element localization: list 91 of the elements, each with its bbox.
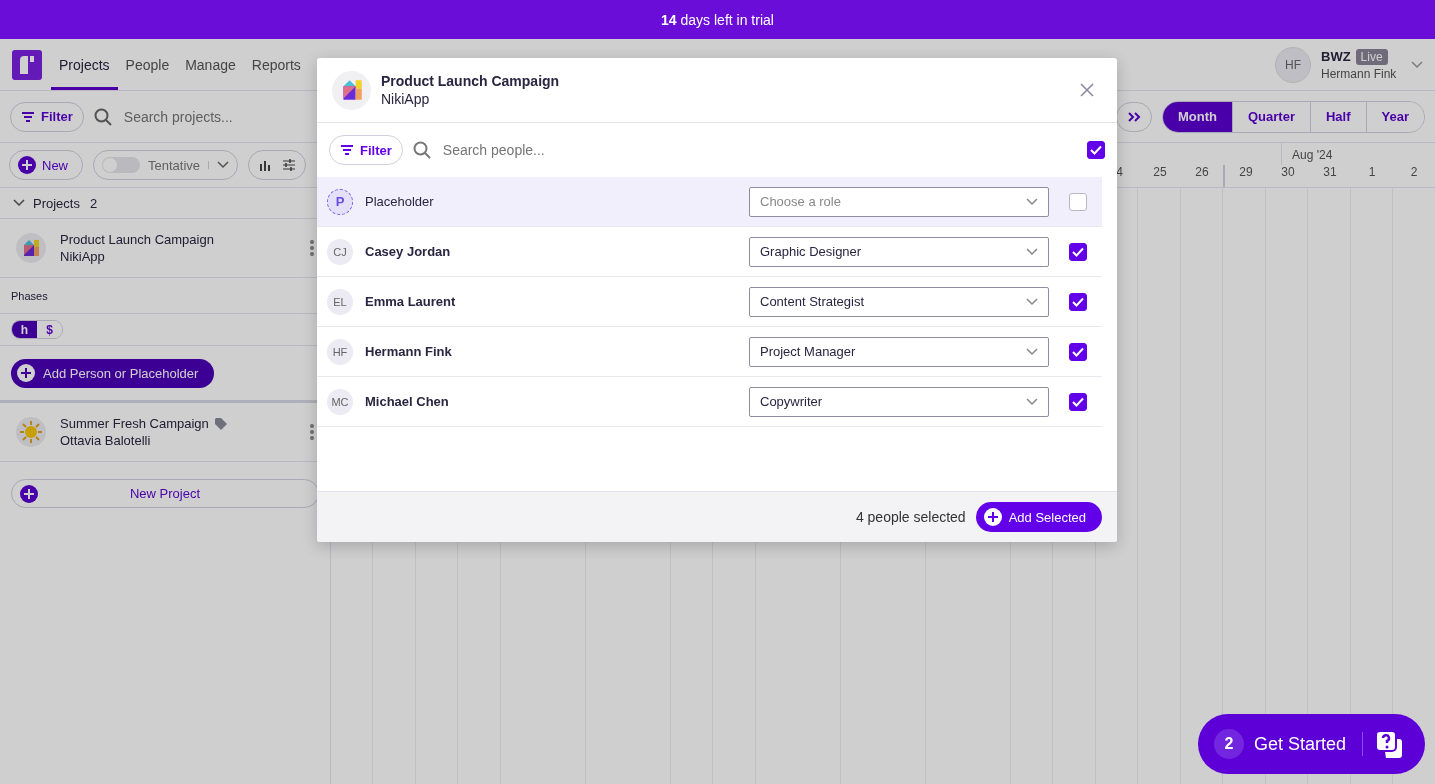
new-button[interactable]: New [9, 150, 83, 180]
more-icon[interactable] [310, 240, 314, 256]
add-person-button[interactable]: Add Person or Placeholder [11, 358, 215, 388]
chevron-down-icon [1026, 397, 1038, 406]
filter-icon [21, 110, 35, 123]
org-name: BWZ [1321, 49, 1351, 64]
nav-tab[interactable]: Projects [51, 39, 118, 90]
chevron-down-icon [1026, 247, 1038, 256]
step-count: 2 [1214, 729, 1244, 759]
person-checkbox[interactable] [1069, 192, 1087, 211]
filter-button[interactable]: Filter [329, 135, 403, 165]
view-tab[interactable]: Year [1365, 101, 1424, 132]
person-name: Emma Laurent [365, 294, 457, 309]
chevron-down-icon[interactable] [1411, 60, 1423, 69]
role-select[interactable]: Choose a role [749, 186, 1049, 217]
role-select[interactable]: Project Manager [749, 336, 1049, 367]
person-checkbox[interactable] [1069, 242, 1087, 261]
search-icon [412, 141, 431, 159]
caret-icon[interactable] [208, 161, 230, 169]
person-avatar: EL [327, 288, 353, 315]
search-icon [93, 107, 112, 126]
day-label: 29 [1223, 165, 1267, 187]
search-field[interactable]: Search projects... [121, 107, 326, 126]
day-label: 30 [1280, 165, 1296, 181]
chevron-down-icon [1026, 347, 1038, 356]
person-avatar: HF [327, 338, 353, 365]
plus-icon [18, 156, 36, 174]
group-count: 2 [89, 195, 98, 211]
day-label: 1 [1367, 165, 1377, 181]
new-project-button[interactable]: New Project [11, 479, 319, 508]
double-chevron-icon [1127, 110, 1141, 123]
nav-tab[interactable]: Reports [243, 39, 309, 90]
chevron-down-icon [1026, 297, 1038, 306]
live-badge: Live [1355, 48, 1388, 65]
filter-icon [340, 144, 354, 156]
person-name: Placeholder [365, 194, 435, 209]
next-period-button[interactable] [1116, 101, 1152, 132]
dialog-title: Product Launch Campaign [381, 73, 561, 89]
bar-chart-icon[interactable] [259, 159, 272, 171]
tangram-logo-icon [340, 79, 363, 101]
plus-icon [20, 484, 38, 503]
user-name: Hermann Fink [1321, 66, 1398, 81]
app-logo-icon[interactable] [12, 49, 42, 80]
dialog-subtitle: NikiApp [381, 91, 431, 107]
filter-button[interactable]: Filter [10, 101, 84, 132]
person-avatar: MC [327, 388, 353, 415]
role-select[interactable]: Graphic Designer [749, 236, 1049, 267]
day-label: 4 [1115, 165, 1124, 181]
client-name: NikiApp [60, 249, 106, 264]
day-label: 26 [1194, 165, 1210, 181]
chevron-down-icon [1026, 197, 1038, 206]
view-tab[interactable]: Month [1163, 101, 1232, 132]
role-select[interactable]: Content Strategist [749, 286, 1049, 317]
nav-tab[interactable]: People [117, 39, 178, 90]
chevron-down-icon[interactable] [13, 199, 25, 207]
person-avatar: CJ [327, 238, 353, 265]
phases-label: Phases [11, 289, 48, 302]
day-label: 2 [1409, 165, 1419, 181]
person-name: Hermann Fink [365, 344, 453, 359]
plus-icon [983, 508, 1002, 526]
unit-toggle[interactable]: h [12, 321, 37, 338]
tentative-label: Tentative [148, 157, 201, 173]
more-icon[interactable] [310, 424, 314, 440]
sliders-icon[interactable] [283, 159, 296, 171]
day-label: 31 [1322, 165, 1338, 181]
add-selected-button[interactable]: Add Selected [975, 502, 1102, 532]
sun-icon [19, 420, 43, 444]
group-label: Projects [33, 195, 80, 211]
get-started-button[interactable]: 2 Get Started [1198, 714, 1425, 774]
nav-tab[interactable]: Manage [177, 39, 244, 90]
role-select[interactable]: Copywriter [749, 386, 1049, 417]
get-started-label: Get Started [1254, 733, 1347, 755]
day-label: 25 [1152, 165, 1168, 181]
person-name: Casey Jordan [365, 244, 452, 259]
user-avatar[interactable]: HF [1275, 46, 1311, 83]
search-field[interactable]: Search people... [440, 141, 1077, 159]
project-name[interactable]: Product Launch Campaign [60, 232, 214, 247]
person-checkbox[interactable] [1069, 342, 1087, 361]
person-checkbox[interactable] [1069, 392, 1087, 411]
person-name: Michael Chen [365, 394, 450, 409]
trial-text: 14 days left in trial [661, 11, 774, 28]
tangram-logo-icon [22, 239, 40, 257]
month-label: Aug '24 [1281, 143, 1353, 165]
select-all-checkbox[interactable] [1087, 141, 1105, 159]
client-name: Ottavia Balotelli [60, 433, 152, 448]
close-icon[interactable] [1080, 83, 1094, 97]
selection-count: 4 people selected [855, 509, 966, 525]
person-checkbox[interactable] [1069, 292, 1087, 311]
plus-icon [17, 364, 35, 382]
person-avatar: P [327, 188, 353, 215]
project-name[interactable]: Summer Fresh Campaign [60, 416, 209, 431]
